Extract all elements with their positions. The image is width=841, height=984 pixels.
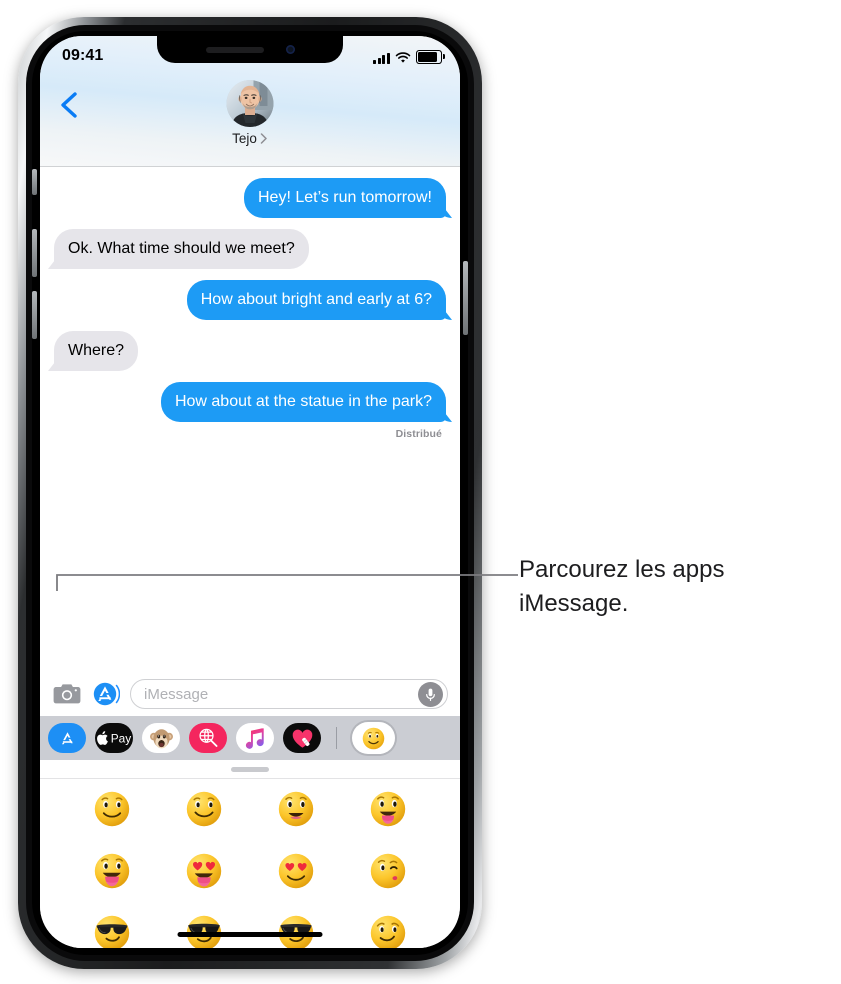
sticker-smiley-tongue-out[interactable] — [368, 789, 408, 829]
phone-screen: 09:41 Tejo Hey! Let’s run tomorrow! Ok. … — [40, 36, 460, 948]
sticker-smiley-slight-smile[interactable] — [92, 789, 132, 829]
app-store-icon[interactable] — [92, 680, 121, 708]
wifi-icon — [395, 52, 411, 63]
sticker-smiley-sunglasses-a[interactable] — [92, 913, 132, 948]
sticker-smiley-heart-eyes[interactable] — [276, 851, 316, 891]
volume-down-button[interactable] — [32, 291, 37, 339]
status-indicators — [373, 48, 445, 64]
app-drawer-list: Pay — [40, 722, 460, 754]
message-row: Hey! Let’s run tomorrow! — [54, 178, 446, 218]
drawer-app-digital-touch[interactable] — [283, 723, 321, 753]
drawer-app-apple-pay[interactable]: Pay — [95, 723, 133, 753]
contact-info-button[interactable]: Tejo — [226, 80, 274, 146]
imessage-app-drawer: Pay — [40, 716, 460, 760]
smiley-sticker-icon — [362, 727, 385, 749]
home-indicator[interactable] — [177, 932, 323, 937]
sticker-smiley-smirk[interactable] — [368, 913, 408, 948]
imessage-placeholder: iMessage — [144, 685, 209, 703]
silent-switch-button[interactable] — [32, 169, 37, 195]
drawer-app-app-store[interactable] — [48, 723, 86, 753]
front-camera-icon — [285, 45, 295, 54]
svg-text:Pay: Pay — [111, 731, 132, 745]
gif-search-icon — [199, 728, 218, 747]
message-input-bar: iMessage — [40, 672, 460, 716]
camera-icon[interactable] — [52, 682, 82, 706]
earpiece-speaker-icon — [205, 46, 264, 53]
delivery-status-label: Distribué — [395, 428, 442, 440]
apple-pay-icon: Pay — [97, 731, 132, 745]
sticker-smiley-big-tongue-out[interactable] — [92, 851, 132, 891]
device-notch — [157, 36, 343, 63]
drawer-divider — [336, 727, 338, 749]
microphone-icon[interactable] — [418, 681, 443, 707]
battery-full-icon — [416, 50, 445, 64]
sticker-browser-panel — [40, 760, 460, 948]
sticker-smiley-sunglasses-b[interactable] — [184, 913, 224, 948]
digital-touch-heart-icon — [292, 729, 312, 748]
apple-music-icon — [245, 727, 264, 749]
drawer-app-emoji-stickers-selected[interactable] — [352, 722, 396, 754]
drawer-app-images[interactable] — [189, 723, 227, 753]
imessage-text-field[interactable]: iMessage — [130, 679, 448, 709]
message-row: How about at the statue in the park? — [54, 382, 446, 422]
panel-grabber-zone[interactable] — [40, 760, 460, 779]
sticker-smiley-open-mouth-smile[interactable] — [276, 789, 316, 829]
chevron-right-icon — [261, 133, 268, 144]
message-bubble-incoming[interactable]: Where? — [54, 331, 139, 371]
drag-handle-icon[interactable] — [231, 766, 269, 772]
signal-bars-icon — [373, 52, 390, 64]
message-bubble-outgoing[interactable]: How about bright and early at 6? — [186, 280, 446, 320]
message-list[interactable]: Hey! Let’s run tomorrow! Ok. What time s… — [40, 166, 460, 672]
drawer-app-memoji[interactable] — [142, 723, 180, 753]
sticker-smiley-sunglasses-c[interactable] — [276, 913, 316, 948]
power-button[interactable] — [463, 261, 468, 335]
drawer-app-music[interactable] — [236, 723, 274, 753]
message-bubble-outgoing[interactable]: Hey! Let’s run tomorrow! — [244, 178, 446, 218]
sticker-smiley-heart-eyes-tongue[interactable] — [184, 851, 224, 891]
sticker-smiley-smile[interactable] — [184, 789, 224, 829]
message-row: Where? — [54, 331, 446, 371]
callout-text: Parcourez les apps iMessage. — [519, 556, 725, 617]
contact-name: Tejo — [232, 131, 257, 146]
sticker-smiley-kiss-wink[interactable] — [368, 851, 408, 891]
contact-name-row: Tejo — [232, 131, 268, 146]
volume-up-button[interactable] — [32, 229, 37, 277]
back-chevron-icon[interactable] — [56, 90, 82, 120]
app-store-icon — [61, 731, 73, 744]
sticker-grid — [40, 779, 460, 948]
message-bubble-outgoing[interactable]: How about at the statue in the park? — [160, 382, 446, 422]
contact-avatar-photo — [226, 80, 274, 127]
memoji-monkey-icon — [149, 728, 173, 748]
message-row: Ok. What time should we meet? — [54, 229, 446, 269]
status-time: 09:41 — [62, 47, 104, 64]
message-row: How about bright and early at 6? — [54, 280, 446, 320]
message-bubble-incoming[interactable]: Ok. What time should we meet? — [54, 229, 309, 269]
